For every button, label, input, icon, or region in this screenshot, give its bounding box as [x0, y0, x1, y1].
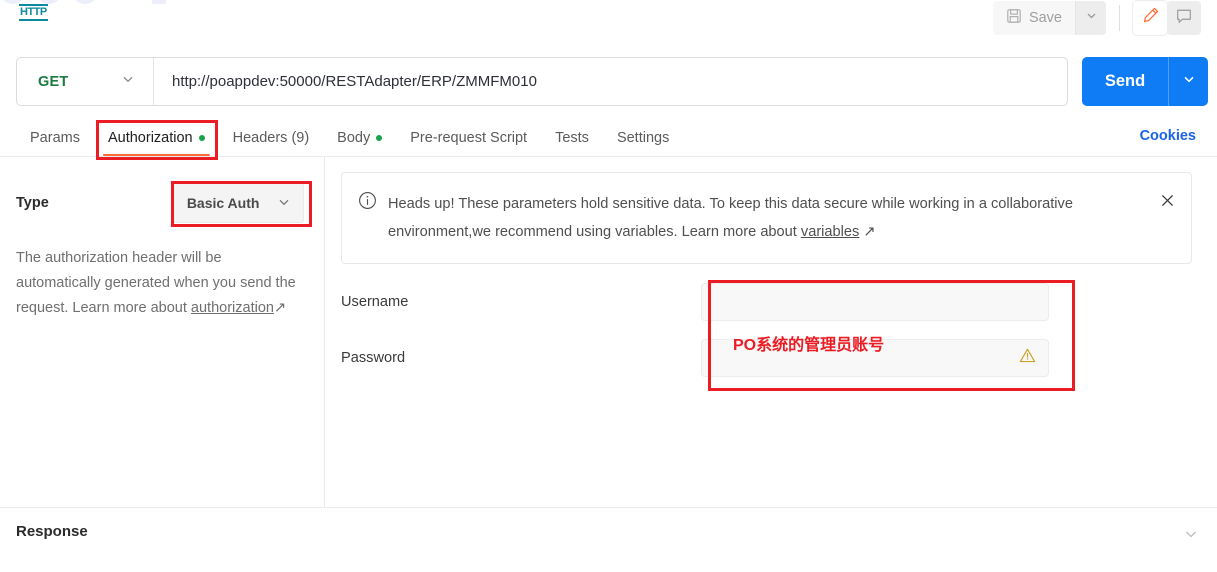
send-button[interactable]: Send — [1082, 57, 1168, 106]
tab-pre-request-script[interactable]: Pre-request Script — [396, 120, 541, 156]
cookies-link[interactable]: Cookies — [1140, 128, 1196, 144]
username-field[interactable] — [701, 283, 1049, 321]
chevron-down-icon — [1085, 9, 1098, 27]
tab-label: Settings — [616, 130, 670, 146]
info-circle-icon — [358, 191, 377, 246]
username-input[interactable] — [714, 293, 1036, 311]
authorization-doc-link[interactable]: authorization — [191, 300, 274, 316]
comments-button[interactable] — [1167, 1, 1201, 35]
auth-type-value: Basic Auth — [186, 195, 260, 211]
comment-icon — [1175, 7, 1193, 30]
http-method-select[interactable]: GET — [17, 58, 154, 105]
password-label: Password — [341, 350, 406, 366]
save-options-button[interactable] — [1075, 1, 1106, 35]
http-method-label: GET — [38, 73, 69, 90]
auth-type-select[interactable]: Basic Auth — [171, 183, 304, 223]
variables-doc-link[interactable]: variables — [801, 224, 859, 240]
notice-body: Heads up! These parameters hold sensitiv… — [388, 196, 1073, 240]
pencil-icon — [1141, 6, 1160, 30]
tab-tests[interactable]: Tests — [541, 120, 603, 156]
tab-settings[interactable]: Settings — [603, 120, 683, 156]
tab-label: Headers (9) — [232, 130, 310, 146]
chevron-down-icon — [121, 72, 135, 91]
chevron-down-icon — [1182, 72, 1196, 91]
toolbar-divider — [1119, 5, 1120, 31]
tab-label: Tests — [555, 130, 589, 146]
response-collapse-button[interactable] — [1183, 526, 1199, 547]
username-label: Username — [341, 294, 409, 310]
tab-list: Params Authorization Headers (9) Body Pr… — [0, 120, 683, 156]
toolbar: Save — [992, 0, 1201, 36]
tab-authorization[interactable]: Authorization — [94, 120, 219, 156]
save-button-label: Save — [1028, 10, 1062, 26]
username-row: Username — [341, 283, 1201, 321]
tab-label: Body — [337, 130, 371, 146]
send-button-group[interactable]: Send — [1082, 57, 1208, 106]
url-input[interactable] — [154, 58, 1067, 105]
send-options-button[interactable] — [1168, 57, 1208, 106]
authorization-settings-panel: Type Basic Auth The authorization header… — [0, 157, 325, 507]
active-tab-indicator — [102, 153, 210, 156]
chevron-down-icon — [277, 195, 291, 212]
save-button[interactable]: Save — [992, 1, 1075, 35]
response-title: Response — [16, 523, 88, 540]
external-link-arrow-icon: ↗ — [273, 300, 287, 316]
tab-label: Pre-request Script — [410, 130, 528, 146]
tab-headers[interactable]: Headers (9) — [219, 120, 324, 156]
save-button-group[interactable]: Save — [992, 1, 1106, 35]
annotation-note: PO系统的管理员账号 — [733, 337, 885, 354]
modified-dot-icon — [198, 135, 205, 141]
auth-type-row: Type Basic Auth — [16, 183, 304, 223]
response-section: Response — [0, 507, 1217, 572]
sensitive-data-notice: Heads up! These parameters hold sensitiv… — [341, 172, 1192, 264]
modified-dot-icon — [376, 135, 383, 141]
external-link-arrow-icon: ↗ — [863, 224, 876, 240]
auth-help-text: The authorization header will be automat… — [16, 246, 304, 321]
tab-label: Params — [30, 130, 80, 146]
edit-button[interactable] — [1133, 1, 1167, 35]
tab-params[interactable]: Params — [16, 120, 94, 156]
close-icon[interactable] — [1159, 192, 1176, 246]
auth-type-label: Type — [16, 195, 49, 211]
notice-text: Heads up! These parameters hold sensitiv… — [388, 190, 1149, 246]
http-protocol-icon: HTTP — [19, 4, 48, 21]
request-url-bar: GET — [16, 57, 1068, 106]
request-tabs: Params Authorization Headers (9) Body Pr… — [0, 120, 1217, 157]
floppy-disk-icon — [1006, 8, 1022, 28]
tab-body[interactable]: Body — [323, 120, 396, 156]
tab-label: Authorization — [107, 130, 193, 146]
warning-triangle-icon[interactable] — [1019, 347, 1036, 369]
